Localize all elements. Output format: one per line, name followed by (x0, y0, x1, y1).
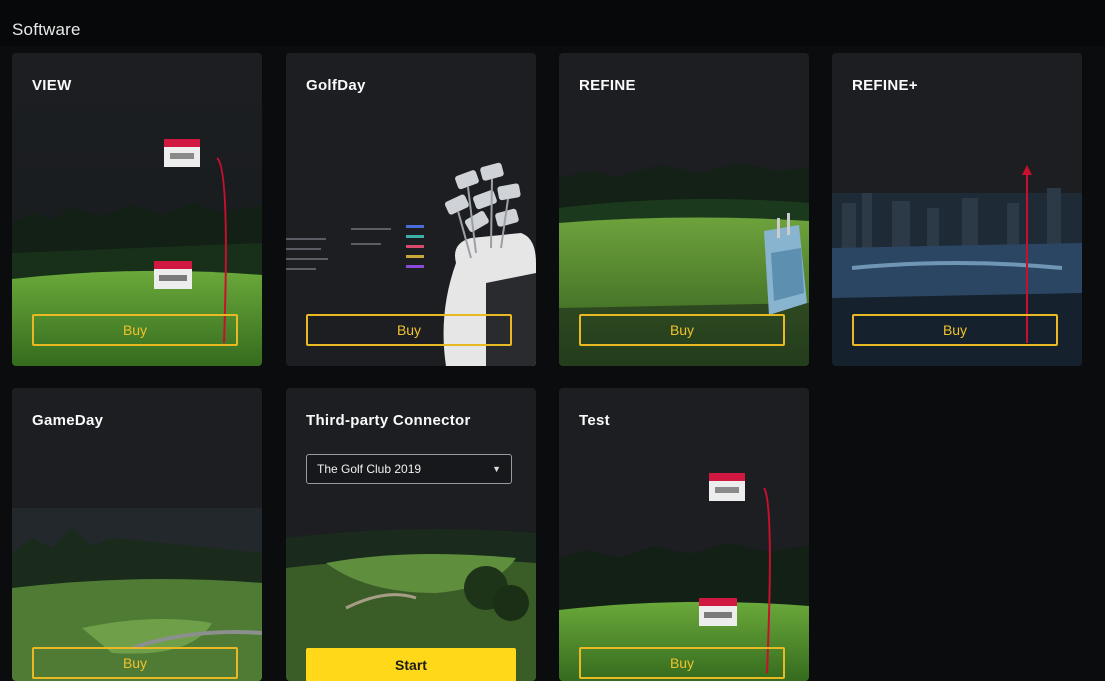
software-card-refine-plus[interactable]: REFINE+ Buy (832, 53, 1082, 366)
header-bar (0, 0, 1105, 46)
card-title: REFINE+ (852, 77, 918, 94)
software-card-view[interactable]: VIEW Buy (12, 53, 262, 366)
software-card-third-party-connector[interactable]: Third-party Connector The Golf Club 2019… (286, 388, 536, 681)
gameday-card-artwork (12, 388, 262, 681)
game-select-value: The Golf Club 2019 (317, 462, 422, 476)
software-card-test[interactable]: Test Buy (559, 388, 809, 681)
card-title: VIEW (32, 77, 72, 94)
buy-button-refine[interactable]: Buy (579, 314, 785, 346)
software-card-golfday[interactable]: GolfDay Buy (286, 53, 536, 366)
game-select-dropdown[interactable]: The Golf Club 2019 ▼ (306, 454, 512, 484)
test-card-artwork (559, 388, 809, 681)
page-title: Software (12, 20, 81, 39)
buy-button-golfday[interactable]: Buy (306, 314, 512, 346)
card-title: GameDay (32, 412, 104, 429)
buy-button-refine-plus[interactable]: Buy (852, 314, 1058, 346)
connector-card-artwork (286, 388, 536, 681)
software-card-gameday[interactable]: GameDay Buy (12, 388, 262, 681)
buy-button-gameday[interactable]: Buy (32, 647, 238, 679)
chevron-down-icon: ▼ (492, 464, 501, 474)
buy-button-view[interactable]: Buy (32, 314, 238, 346)
software-card-refine[interactable]: REFINE Buy (559, 53, 809, 366)
buy-button-test[interactable]: Buy (579, 647, 785, 679)
card-title: Test (579, 412, 610, 429)
card-title: Third-party Connector (306, 412, 471, 429)
start-button[interactable]: Start (306, 648, 516, 681)
card-title: REFINE (579, 77, 636, 94)
card-title: GolfDay (306, 77, 366, 94)
